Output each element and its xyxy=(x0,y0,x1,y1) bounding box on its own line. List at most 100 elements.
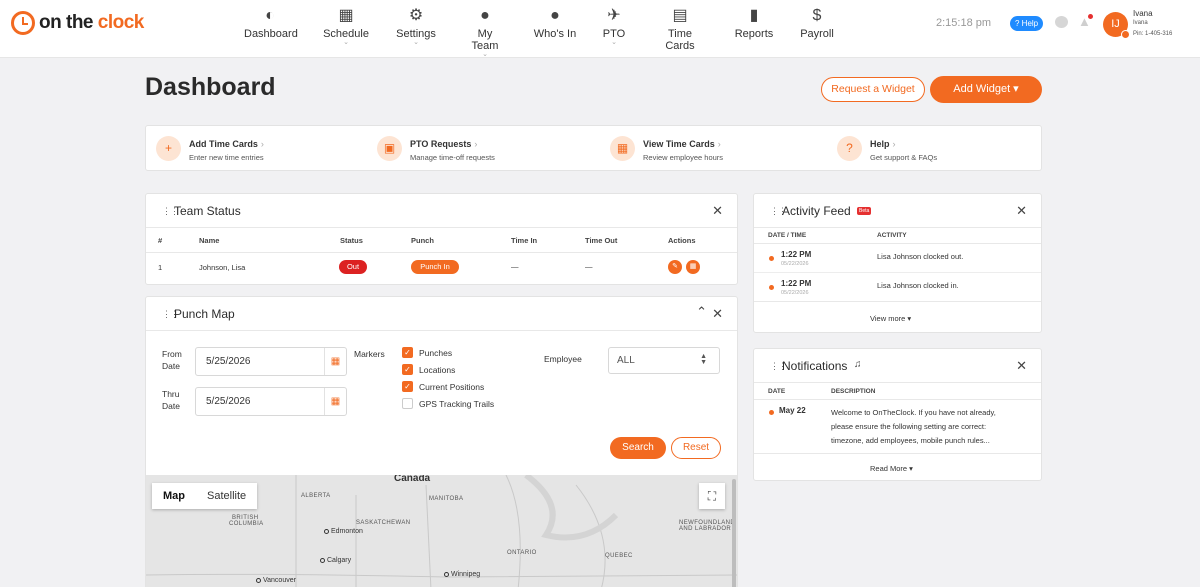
widget-header: ⋮⋮ Team Status ✕ xyxy=(146,194,737,228)
widget-title: Punch Map xyxy=(174,307,235,321)
map-tab[interactable]: Map xyxy=(152,483,196,509)
feed-date: 05/22/2026 xyxy=(781,261,809,267)
page-title: Dashboard xyxy=(145,73,276,101)
gps-trails-checkbox[interactable] xyxy=(402,398,413,409)
from-date-input[interactable]: 5/25/2026 ▦ xyxy=(195,347,347,376)
close-icon[interactable]: ✕ xyxy=(1016,358,1027,374)
plane-icon: ✈ xyxy=(607,7,621,24)
nav-payroll[interactable]: $ Payroll xyxy=(799,6,835,52)
feed-activity: Lisa Johnson clocked in. xyxy=(877,281,959,290)
help-button[interactable]: ? Help xyxy=(1010,16,1044,31)
thru-date-label-2: Date xyxy=(162,401,180,411)
widget-title: Notifications xyxy=(782,359,848,373)
column-header: Time In xyxy=(511,236,538,245)
checkbox-label: GPS Tracking Trails xyxy=(419,399,495,409)
column-header: ACTIVITY xyxy=(877,232,907,239)
column-header: DATE / TIME xyxy=(768,232,807,239)
close-icon[interactable]: ✕ xyxy=(712,306,723,322)
satellite-tab[interactable]: Satellite xyxy=(196,483,257,509)
feed-time: 1:22 PM xyxy=(781,279,812,288)
brand-name: on the clock xyxy=(39,12,144,33)
notification-dot xyxy=(1088,14,1093,19)
notification-date: May 22 xyxy=(779,406,806,415)
employee-select[interactable]: ALL ▲ ▼ xyxy=(608,347,720,374)
quick-link-view-time-cards[interactable]: ▦ View Time Cards › Review employee hours xyxy=(610,136,723,162)
calendar-icon[interactable]: ▦ xyxy=(324,388,346,415)
divider xyxy=(754,243,1041,244)
collapse-icon[interactable]: ⌃ xyxy=(696,304,707,320)
quick-link-add-time-cards[interactable]: + Add Time Cards › Enter new time entries xyxy=(156,136,264,162)
column-header: Status xyxy=(340,236,363,245)
divider xyxy=(754,272,1041,273)
quick-link-title: Help › xyxy=(870,139,896,149)
add-widget-button[interactable]: Add Widget ▾ xyxy=(930,76,1042,103)
gears-icon: ⚙ xyxy=(408,7,424,24)
employee-label: Employee xyxy=(544,354,582,364)
from-date-label-2: Date xyxy=(162,361,180,371)
employee-name[interactable]: Johnson, Lisa xyxy=(199,263,245,272)
quick-link-subtitle: Get support & FAQs xyxy=(870,153,938,162)
map-view[interactable]: Map Satellite ⛶ Canada ALBERTA MANITOBA … xyxy=(146,475,737,587)
markers-label: Markers xyxy=(354,349,385,359)
widget-header: ⋮⋮ Notifications ♫ ✕ xyxy=(754,349,1041,383)
divider xyxy=(754,453,1041,454)
checkbox-label: Punches xyxy=(419,348,453,358)
edit-icon[interactable]: ✎ xyxy=(668,260,682,274)
beta-badge: Beta xyxy=(857,207,872,215)
view-more-link[interactable]: View more ▾ xyxy=(870,314,911,323)
nav-schedule[interactable]: ▦ Schedule ⌄ xyxy=(322,6,370,52)
team-status-widget: ⋮⋮ Team Status ✕ # Name Status Punch Tim… xyxy=(145,193,738,285)
from-date-value: 5/25/2026 xyxy=(206,356,251,367)
nav-label: Time Cards xyxy=(665,28,695,52)
quick-link-title: PTO Requests › xyxy=(410,139,478,149)
nav-label: Reports xyxy=(734,28,774,40)
quick-link-pto-requests[interactable]: ▣ PTO Requests › Manage time-off requests xyxy=(377,136,495,162)
checkbox-label: Current Positions xyxy=(419,382,485,392)
scrollbar[interactable] xyxy=(732,479,736,587)
divider xyxy=(754,399,1041,400)
nav-whos-in[interactable]: ● Who's In xyxy=(533,6,577,52)
nav-reports[interactable]: ▮ Reports xyxy=(733,6,775,52)
nav-pto[interactable]: ✈ PTO ⌄ xyxy=(600,6,628,52)
chevron-down-icon: ⌄ xyxy=(413,39,419,46)
fullscreen-icon[interactable]: ⛶ xyxy=(699,483,725,509)
punch-in-button[interactable]: Punch In xyxy=(411,260,459,274)
search-button[interactable]: Search xyxy=(610,437,666,459)
user-name: Ivana xyxy=(1133,9,1153,18)
quick-link-subtitle: Manage time-off requests xyxy=(410,153,495,162)
current-positions-checkbox[interactable]: ✓ xyxy=(402,381,413,392)
thru-date-input[interactable]: 5/25/2026 ▦ xyxy=(195,387,347,416)
map-label-province: COLUMBIA xyxy=(229,521,264,527)
close-icon[interactable]: ✕ xyxy=(1016,203,1027,219)
calendar-icon[interactable]: ▦ xyxy=(324,348,346,375)
calendar-icon[interactable]: ▦ xyxy=(686,260,700,274)
nav-settings[interactable]: ⚙ Settings ⌄ xyxy=(395,6,437,52)
nav-dashboard[interactable]: ◐ Dashboard xyxy=(244,6,298,52)
map-label-province: SASKATCHEWAN xyxy=(356,520,411,526)
map-label-province: AND LABRADOR xyxy=(679,526,732,532)
close-icon[interactable]: ✕ xyxy=(712,203,723,219)
column-header: Name xyxy=(199,236,220,245)
reset-button[interactable]: Reset xyxy=(671,437,721,459)
chevron-right-icon: › xyxy=(260,139,264,149)
row-number: 1 xyxy=(158,263,163,272)
column-header: # xyxy=(158,236,163,245)
nav-label: Payroll xyxy=(800,28,834,40)
punches-checkbox[interactable]: ✓ xyxy=(402,347,413,358)
map-label-country: Canada xyxy=(394,475,431,484)
quick-link-help[interactable]: ? Help › Get support & FAQs xyxy=(837,136,937,162)
person-clock-icon: ● xyxy=(550,7,560,24)
request-widget-button[interactable]: Request a Widget xyxy=(821,77,925,102)
read-more-link[interactable]: Read More ▾ xyxy=(870,464,913,473)
nav-my-team[interactable]: ● My Team ⌄ xyxy=(463,6,507,58)
column-header: Time Out xyxy=(585,236,618,245)
gauge-icon: ◐ xyxy=(265,7,275,24)
map-label-city: Winnipeg xyxy=(444,571,480,578)
brand-logo[interactable]: on the clock xyxy=(11,11,144,35)
notifications-widget: ⋮⋮ Notifications ♫ ✕ DATE DESCRIPTION Ma… xyxy=(753,348,1042,481)
chat-icon[interactable] xyxy=(1055,16,1068,28)
divider xyxy=(754,301,1041,302)
notification-line: Welcome to OnTheClock. If you have not a… xyxy=(831,408,996,417)
nav-time-cards[interactable]: ▤ Time Cards xyxy=(652,6,708,52)
locations-checkbox[interactable]: ✓ xyxy=(402,364,413,375)
